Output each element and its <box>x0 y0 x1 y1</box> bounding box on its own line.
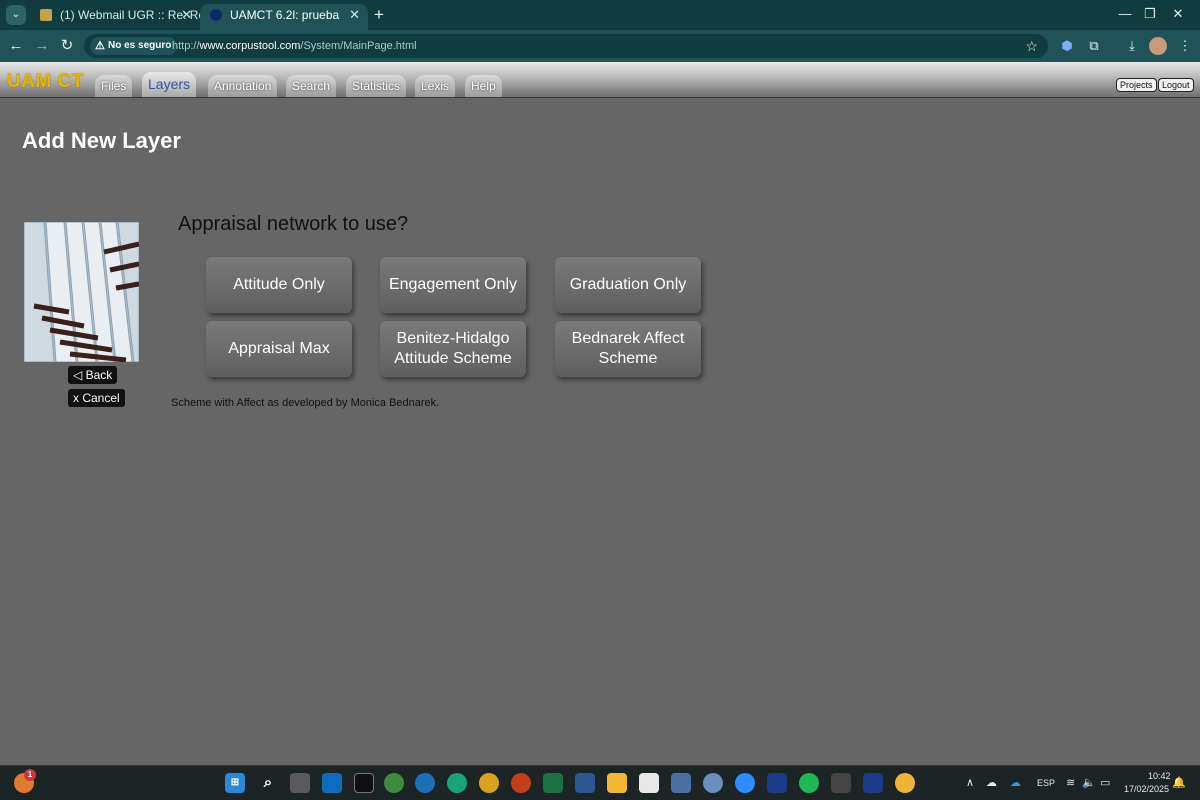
new-tab-button[interactable]: + <box>374 5 384 25</box>
menu-tab-annotation[interactable]: Annotation <box>208 75 278 97</box>
cloud-icon[interactable]: ☁ <box>986 776 997 789</box>
staircase-illustration <box>24 222 139 362</box>
downloads-icon[interactable]: ⤓ <box>1123 37 1141 55</box>
scheme-description: Scheme with Affect as developed by Monic… <box>171 397 440 409</box>
logout-button[interactable]: Logout <box>1158 78 1194 92</box>
file-explorer-icon[interactable] <box>607 773 627 793</box>
uamct-favicon-icon <box>210 9 222 21</box>
app-icon-gray[interactable] <box>831 773 851 793</box>
option-bednarek-affect-button[interactable]: Bednarek Affect Scheme <box>555 321 701 377</box>
page-title: Add New Layer <box>22 128 181 153</box>
browser-toolbar: ← → ↻ ⚠ No es seguro http://www.corpusto… <box>0 30 1200 62</box>
word-icon[interactable] <box>575 773 595 793</box>
notifications-bell-icon[interactable]: 🔔 <box>1172 776 1186 789</box>
browser-tab-webmail[interactable]: (1) Webmail UGR :: Re: Retrospe ✕ <box>30 4 200 30</box>
clock-time[interactable]: 10:42 <box>1148 771 1171 781</box>
tab-title: (1) Webmail UGR :: Re: Retrospe <box>60 8 200 22</box>
tab-title: UAMCT 6.2l: prueba <box>230 8 340 22</box>
back-arrow-icon[interactable]: ← <box>6 37 26 55</box>
notification-badge: 1 <box>24 769 36 781</box>
app-icon-dark[interactable] <box>354 773 374 793</box>
menu-tab-statistics[interactable]: Statistics <box>346 75 407 97</box>
forward-arrow-icon[interactable]: → <box>32 37 52 55</box>
chrome-icon[interactable] <box>479 773 499 793</box>
bookmark-star-icon[interactable]: ☆ <box>1025 34 1038 58</box>
app-icon-blue[interactable] <box>415 773 435 793</box>
os-taskbar: 1 ⊞ ⌕ ∧ ☁ ☁ ESP ≋ 🔈 ▭ 10:42 17/02/2025 🔔 <box>0 765 1200 800</box>
projects-button[interactable]: Projects <box>1116 78 1157 92</box>
app-icon-stack[interactable] <box>671 773 691 793</box>
webmail-favicon-icon <box>40 9 52 21</box>
outlook-icon[interactable] <box>322 773 342 793</box>
profile-avatar[interactable] <box>1149 37 1167 55</box>
security-label: No es seguro <box>108 40 172 51</box>
wifi-icon[interactable]: ≋ <box>1066 776 1075 789</box>
menu-tab-layers[interactable]: Layers <box>142 72 197 97</box>
spotify-icon[interactable] <box>799 773 819 793</box>
app-icon-w[interactable] <box>767 773 787 793</box>
security-indicator[interactable]: ⚠ No es seguro <box>90 37 178 55</box>
tray-chevron-icon[interactable]: ∧ <box>966 776 974 789</box>
battery-icon[interactable]: ▭ <box>1100 776 1110 789</box>
menu-tab-lexis[interactable]: Lexis <box>415 75 456 97</box>
tab-search-chevron-icon[interactable]: ⌄ <box>6 5 26 25</box>
onedrive-icon[interactable]: ☁ <box>1010 776 1021 789</box>
option-graduation-only-button[interactable]: Graduation Only <box>555 257 701 313</box>
url-domain: www.corpustool.com <box>199 40 301 52</box>
close-tab-icon[interactable]: ✕ <box>181 4 192 26</box>
zoom-icon[interactable] <box>735 773 755 793</box>
window-close-icon[interactable]: ✕ <box>1163 4 1193 24</box>
app-icon-sun[interactable] <box>895 773 915 793</box>
language-indicator[interactable]: ESP <box>1037 778 1055 788</box>
extension-shield-icon[interactable]: ⬢ <box>1058 37 1076 55</box>
menu-tab-search[interactable]: Search <box>286 75 337 97</box>
taskbar-search-icon[interactable]: ⌕ <box>258 773 278 793</box>
menu-tab-files[interactable]: Files <box>95 75 133 97</box>
extensions-puzzle-icon[interactable]: ⧉ <box>1085 37 1103 55</box>
browser-tab-uamct[interactable]: UAMCT 6.2l: prueba ✕ <box>200 4 368 30</box>
network-question: Appraisal network to use? <box>178 213 409 235</box>
browser-tab-bar: ⌄ (1) Webmail UGR :: Re: Retrospe ✕ UAMC… <box>0 0 1200 30</box>
app-logo: UAM CT <box>7 71 84 92</box>
cancel-button[interactable]: x Cancel <box>68 389 125 407</box>
powerpoint-icon[interactable] <box>511 773 531 793</box>
menu-tab-help[interactable]: Help <box>465 75 502 97</box>
option-benitez-hidalgo-button[interactable]: Benitez-Hidalgo Attitude Scheme <box>380 321 526 377</box>
browser-menu-icon[interactable]: ⋮ <box>1176 37 1194 55</box>
option-attitude-only-button[interactable]: Attitude Only <box>206 257 352 313</box>
warning-triangle-icon: ⚠ <box>95 40 105 52</box>
option-engagement-only-button[interactable]: Engagement Only <box>380 257 526 313</box>
url-text[interactable]: http://www.corpustool.com/System/MainPag… <box>172 34 417 58</box>
start-windows-icon[interactable]: ⊞ <box>225 773 245 793</box>
volume-icon[interactable]: 🔈 <box>1082 776 1096 789</box>
restore-icon[interactable]: ❐ <box>1135 4 1165 24</box>
reload-icon[interactable]: ↻ <box>57 37 77 55</box>
edge-icon[interactable] <box>447 773 467 793</box>
app-menu-bar: UAM CT Files Layers Annotation Search St… <box>0 62 1200 98</box>
option-appraisal-max-button[interactable]: Appraisal Max <box>206 321 352 377</box>
app-icon-w2[interactable] <box>863 773 883 793</box>
close-tab-icon[interactable]: ✕ <box>349 4 360 26</box>
globe-app-icon[interactable] <box>384 773 404 793</box>
excel-icon[interactable] <box>543 773 563 793</box>
back-button[interactable]: ◁ Back <box>68 366 118 384</box>
task-view-icon[interactable] <box>290 773 310 793</box>
notepad-icon[interactable] <box>639 773 659 793</box>
url-path: /System/MainPage.html <box>300 40 417 52</box>
address-bar[interactable]: ⚠ No es seguro http://www.corpustool.com… <box>84 34 1048 58</box>
clock-date[interactable]: 17/02/2025 <box>1124 784 1169 794</box>
url-prefix: http:// <box>172 40 200 52</box>
r-app-icon[interactable] <box>703 773 723 793</box>
